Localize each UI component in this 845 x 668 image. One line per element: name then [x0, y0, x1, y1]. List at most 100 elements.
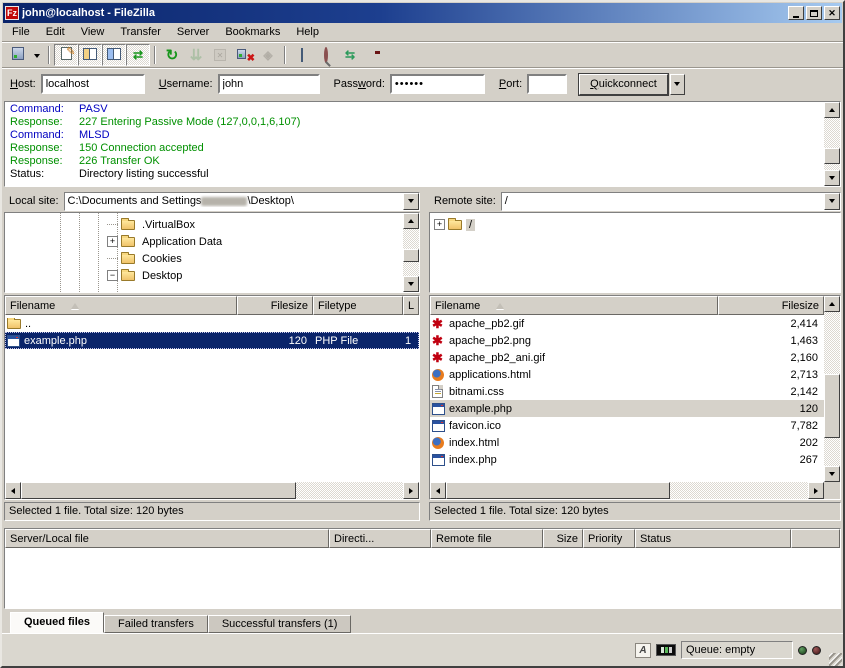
expand-icon[interactable]: +	[107, 236, 118, 247]
local-list-hscrollbar[interactable]	[5, 482, 419, 499]
remote-list-scrollbar[interactable]	[824, 296, 840, 482]
compare-button[interactable]	[314, 44, 338, 66]
scroll-track[interactable]	[446, 482, 808, 499]
tab-successful-transfers-[interactable]: Successful transfers (1)	[208, 615, 352, 633]
reconnect-button[interactable]: ◈	[256, 44, 280, 66]
local-tree-scrollbar[interactable]	[403, 213, 419, 292]
scroll-down-button[interactable]	[824, 170, 840, 186]
local-site-combo[interactable]: C:\Documents and Settings\Desktop\	[64, 192, 420, 211]
scroll-track[interactable]	[824, 312, 840, 466]
tree-item[interactable]: .VirtualBox	[5, 216, 403, 233]
quickconnect-dropdown[interactable]	[670, 74, 685, 95]
scroll-thumb[interactable]	[403, 249, 419, 262]
scroll-thumb[interactable]	[824, 374, 840, 439]
tree-item[interactable]: +Application Data	[5, 233, 403, 250]
site-manager-dropdown[interactable]	[30, 44, 44, 66]
local-column-header-filesize[interactable]: Filesize	[237, 296, 313, 315]
file-row[interactable]: ✱apache_pb2.png1,463	[430, 332, 824, 349]
remote-site-combo[interactable]: /	[501, 192, 841, 211]
maximize-button[interactable]	[806, 6, 822, 20]
scroll-thumb[interactable]	[21, 482, 296, 499]
file-row[interactable]: ..	[5, 315, 419, 332]
scroll-down-button[interactable]	[824, 466, 840, 482]
remote-list-hscrollbar[interactable]	[430, 482, 824, 499]
arrow-right-icon	[814, 488, 818, 494]
scroll-left-button[interactable]	[5, 482, 21, 499]
menu-item-view[interactable]: View	[73, 24, 113, 40]
file-row[interactable]: applications.html2,713	[430, 366, 824, 383]
toggle-queue-button[interactable]: ⇄	[126, 44, 150, 66]
toggle-local-tree-button[interactable]	[78, 44, 102, 66]
message-log-icon: ✎	[61, 47, 72, 63]
queue-column-header-status[interactable]: Status	[635, 529, 791, 548]
scroll-track[interactable]	[403, 229, 419, 276]
find-files-icon	[371, 49, 378, 61]
scroll-track[interactable]	[824, 118, 840, 170]
tree-item[interactable]: +/	[430, 216, 840, 233]
file-row[interactable]: example.php120	[430, 400, 824, 417]
site-manager-button[interactable]	[6, 44, 30, 66]
scroll-up-button[interactable]	[824, 296, 840, 312]
scroll-right-button[interactable]	[403, 482, 419, 499]
menu-item-bookmarks[interactable]: Bookmarks	[217, 24, 288, 40]
username-input[interactable]	[218, 74, 320, 94]
local-column-header-filename[interactable]: Filename	[5, 296, 237, 315]
file-row[interactable]: index.html202	[430, 434, 824, 451]
scroll-right-button[interactable]	[808, 482, 824, 499]
queue-column-header-priority[interactable]: Priority	[583, 529, 635, 548]
host-input[interactable]	[41, 74, 145, 94]
scroll-track[interactable]	[21, 482, 403, 499]
queue-column-header-serverlocalfile[interactable]: Server/Local file	[5, 529, 329, 548]
file-row[interactable]: ✱apache_pb2_ani.gif2,160	[430, 349, 824, 366]
process-queue-button[interactable]: ⇊	[184, 44, 208, 66]
sync-browsing-button[interactable]: ⇆	[338, 44, 362, 66]
local-site-dropdown[interactable]	[403, 193, 419, 210]
scroll-up-button[interactable]	[403, 213, 419, 229]
filter-button[interactable]	[290, 44, 314, 66]
expand-icon[interactable]: +	[434, 219, 445, 230]
scroll-thumb[interactable]	[824, 148, 840, 164]
queue-column-header-directi[interactable]: Directi...	[329, 529, 431, 548]
menu-item-edit[interactable]: Edit	[38, 24, 73, 40]
menu-item-transfer[interactable]: Transfer	[112, 24, 169, 40]
port-input[interactable]	[527, 74, 567, 94]
password-input[interactable]	[390, 74, 485, 94]
file-row[interactable]: bitnami.css2,142	[430, 383, 824, 400]
resize-grip[interactable]	[829, 653, 842, 666]
scroll-up-button[interactable]	[824, 102, 840, 118]
local-column-header-l[interactable]: L	[403, 296, 419, 315]
refresh-button[interactable]: ↻	[160, 44, 184, 66]
tree-item[interactable]: Cookies	[5, 250, 403, 267]
find-files-button[interactable]	[362, 44, 386, 66]
menu-item-server[interactable]: Server	[169, 24, 217, 40]
quickconnect-button[interactable]: Quickconnect	[579, 74, 668, 95]
queue-column-header-remotefile[interactable]: Remote file	[431, 529, 543, 548]
file-row[interactable]: ✱apache_pb2.gif2,414	[430, 315, 824, 332]
scroll-left-button[interactable]	[430, 482, 446, 499]
queue-column-header-size[interactable]: Size	[543, 529, 583, 548]
close-button[interactable]: ✕	[824, 6, 840, 20]
local-column-header-filetype[interactable]: Filetype	[313, 296, 403, 315]
toggle-message-log-button[interactable]: ✎	[54, 44, 78, 66]
cancel-button[interactable]: ✕	[208, 44, 232, 66]
file-row[interactable]: index.php267	[430, 451, 824, 468]
collapse-icon[interactable]: −	[107, 270, 118, 281]
remote-column-header-filename[interactable]: Filename	[430, 296, 718, 315]
remote-column-header-filesize[interactable]: Filesize	[718, 296, 824, 315]
scroll-thumb[interactable]	[446, 482, 670, 499]
log-scrollbar[interactable]	[824, 102, 840, 186]
toggle-remote-tree-button[interactable]	[102, 44, 126, 66]
remote-site-dropdown[interactable]	[824, 193, 840, 210]
tab-failed-transfers[interactable]: Failed transfers	[104, 615, 208, 633]
tree-item[interactable]: −Desktop	[5, 267, 403, 284]
titlebar[interactable]: Fz john@localhost - FileZilla ✕	[3, 3, 842, 23]
disconnect-button[interactable]: ✖	[232, 44, 256, 66]
file-row[interactable]: example.php120PHP File1	[5, 332, 419, 349]
minimize-button[interactable]	[788, 6, 804, 20]
close-icon: ✕	[828, 9, 836, 18]
scroll-down-button[interactable]	[403, 276, 419, 292]
menu-item-help[interactable]: Help	[288, 24, 327, 40]
file-row[interactable]: favicon.ico7,782	[430, 417, 824, 434]
tab-queued-files[interactable]: Queued files	[10, 612, 104, 633]
menu-item-file[interactable]: File	[4, 24, 38, 40]
